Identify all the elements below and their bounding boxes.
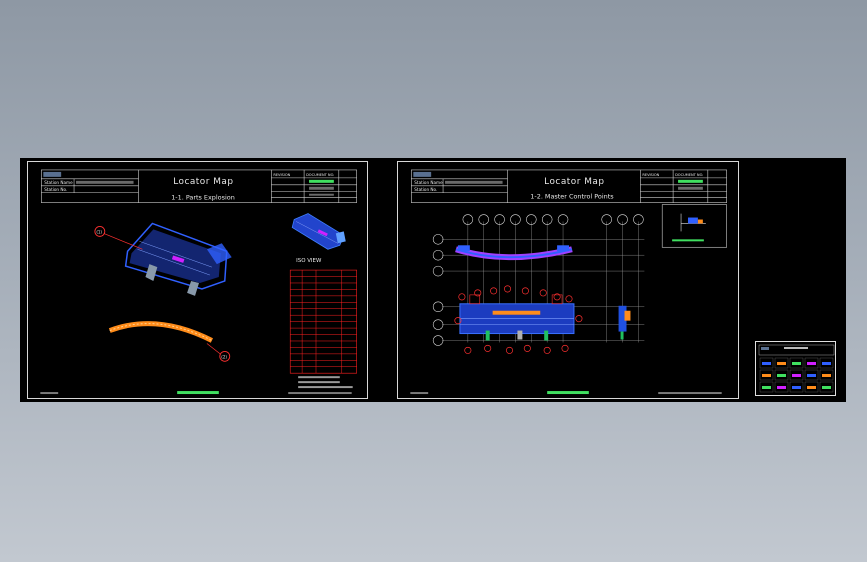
side-view-part <box>618 305 631 340</box>
sheet1-drawing: Station Name Station No. REVISION DOCUME… <box>40 169 357 395</box>
thumbnail-panel-part <box>792 386 801 389</box>
front-view-part <box>459 294 575 341</box>
footer-brand <box>547 391 589 395</box>
datum-bubble <box>432 301 444 313</box>
control-point-marker <box>503 285 512 293</box>
footer-right-code <box>288 392 352 395</box>
sheet-subtitle: 1-1. Parts Explosion <box>171 194 235 202</box>
sheet2-drawing: Station Name Station No. REVISION DOCUME… <box>410 169 727 395</box>
parts-list-rows <box>290 270 357 374</box>
control-point-marker <box>565 295 573 303</box>
thumbnail-panel-part <box>807 374 816 377</box>
control-point-marker <box>561 344 569 352</box>
part-1-bumper-bracket <box>124 222 232 296</box>
thumbnail-drawing <box>758 344 835 393</box>
station-no-label: Station No. <box>414 187 437 192</box>
drawing-sheet-parts-explosion[interactable]: Station Name Station No. REVISION DOCUME… <box>27 161 368 399</box>
footer-right-code <box>658 392 722 395</box>
document-no-label: DOCUMENT NO. <box>306 173 334 177</box>
datum-bubble <box>432 265 444 277</box>
thumbnail-panel-part <box>777 374 786 377</box>
thumbnail-panel-part <box>822 374 831 377</box>
sheet-title: Locator Map <box>173 177 233 187</box>
thumbnail-panel-part <box>792 374 801 377</box>
thumbnail-sheet[interactable] <box>755 341 836 396</box>
control-point-marker <box>505 346 514 354</box>
callout-1: (1) <box>94 226 143 250</box>
svg-text:(2): (2) <box>221 354 227 359</box>
thumbnail-panel-part <box>822 362 831 365</box>
sheet-subtitle: 1-2. Master Control Points <box>530 193 614 201</box>
station-name-label: Station Name <box>414 180 443 185</box>
footer-left-code <box>40 392 59 395</box>
svg-text:(1): (1) <box>96 229 102 234</box>
control-point-marker <box>464 346 472 354</box>
datum-bubble <box>432 319 444 330</box>
thumbnail-panel-part <box>807 386 816 389</box>
footer-brand <box>177 391 219 395</box>
control-point-marker <box>543 346 551 354</box>
thumbnail-panel-part <box>762 374 771 377</box>
brand-logo <box>413 171 432 177</box>
thumbnail-panels <box>759 357 834 393</box>
inset-view <box>661 204 727 248</box>
control-point-marker <box>490 287 498 295</box>
thumbnail-panel-part <box>762 362 771 365</box>
drawing-sheet-master-control-points[interactable]: Station Name Station No. REVISION DOCUME… <box>397 161 739 399</box>
part-2-orange-beam <box>108 321 214 343</box>
control-point-marker <box>539 289 547 297</box>
footer-left-code <box>410 392 429 395</box>
iso-view-graphic <box>291 213 346 250</box>
station-name-label: Station Name <box>44 180 73 185</box>
thumbnail-panel-part <box>777 386 786 389</box>
thumbnail-panel-part <box>762 386 771 389</box>
sheet-title: Locator Map <box>544 177 604 187</box>
thumbnail-panel-part <box>792 362 801 365</box>
thumbnail-panel-part <box>807 362 816 365</box>
iso-view-label: ISO VIEW <box>296 258 322 264</box>
top-view-part <box>455 245 573 261</box>
datum-bubble <box>432 234 444 245</box>
document-no-value <box>309 179 334 183</box>
callout-2: (2) <box>206 343 231 362</box>
station-name-value <box>76 180 134 184</box>
datum-bubble <box>432 335 444 346</box>
control-point-marker <box>521 287 529 295</box>
station-name-value <box>445 180 503 184</box>
control-point-marker <box>575 315 583 323</box>
revision-label: REVISION <box>642 173 659 177</box>
drawing-canvas[interactable]: Station Name Station No. REVISION DOCUME… <box>20 158 846 402</box>
document-no-label: DOCUMENT NO. <box>675 173 703 177</box>
thumbnail-panel-part <box>777 362 786 365</box>
brand-logo <box>43 171 62 177</box>
document-no-value <box>678 179 703 183</box>
parts-list-notes <box>298 376 353 389</box>
control-point-marker <box>458 293 466 301</box>
thumbnail-panel-part <box>822 386 831 389</box>
control-point-marker <box>523 344 531 352</box>
revision-label: REVISION <box>273 173 290 177</box>
datum-bubble <box>432 249 444 261</box>
control-point-marker <box>484 344 492 352</box>
station-no-label: Station No. <box>44 187 67 192</box>
